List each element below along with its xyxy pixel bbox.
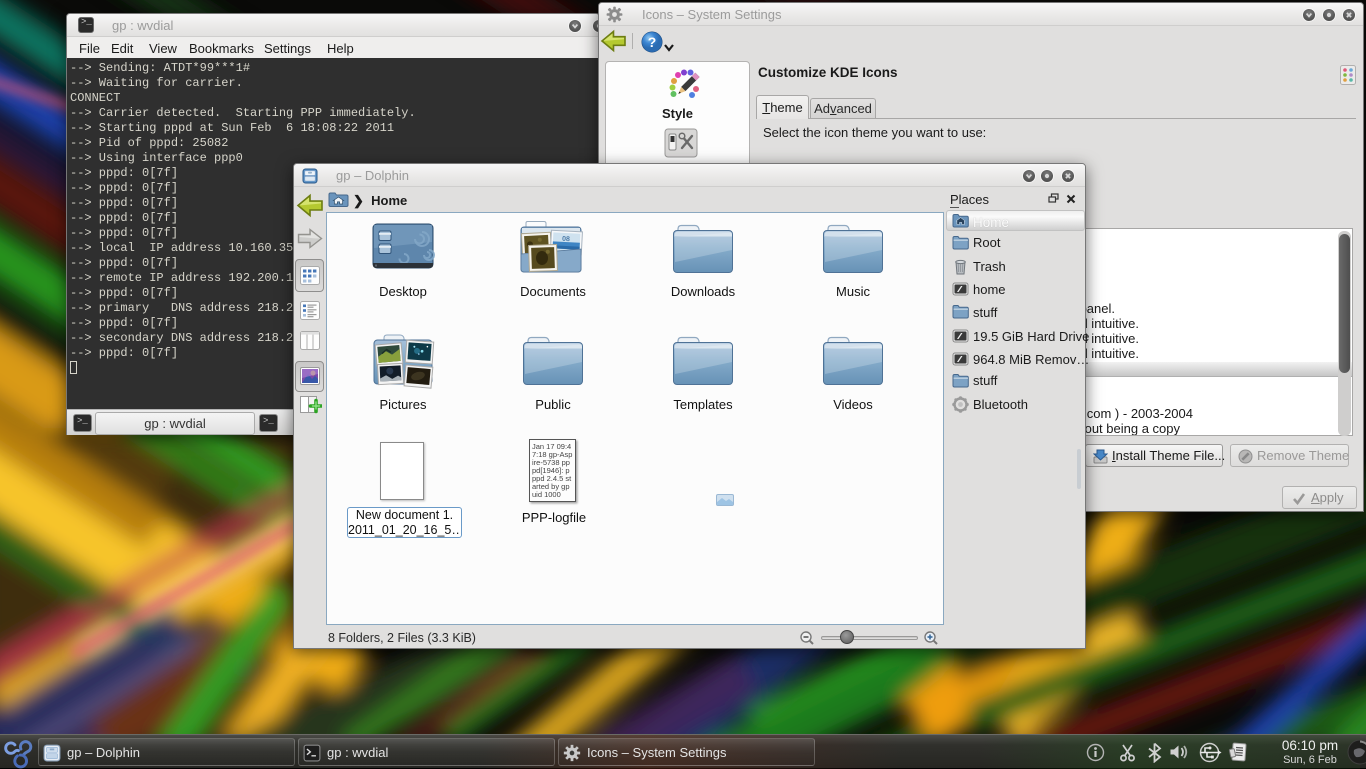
svg-text:08: 08 xyxy=(562,236,570,243)
svg-text:?: ? xyxy=(648,34,657,50)
